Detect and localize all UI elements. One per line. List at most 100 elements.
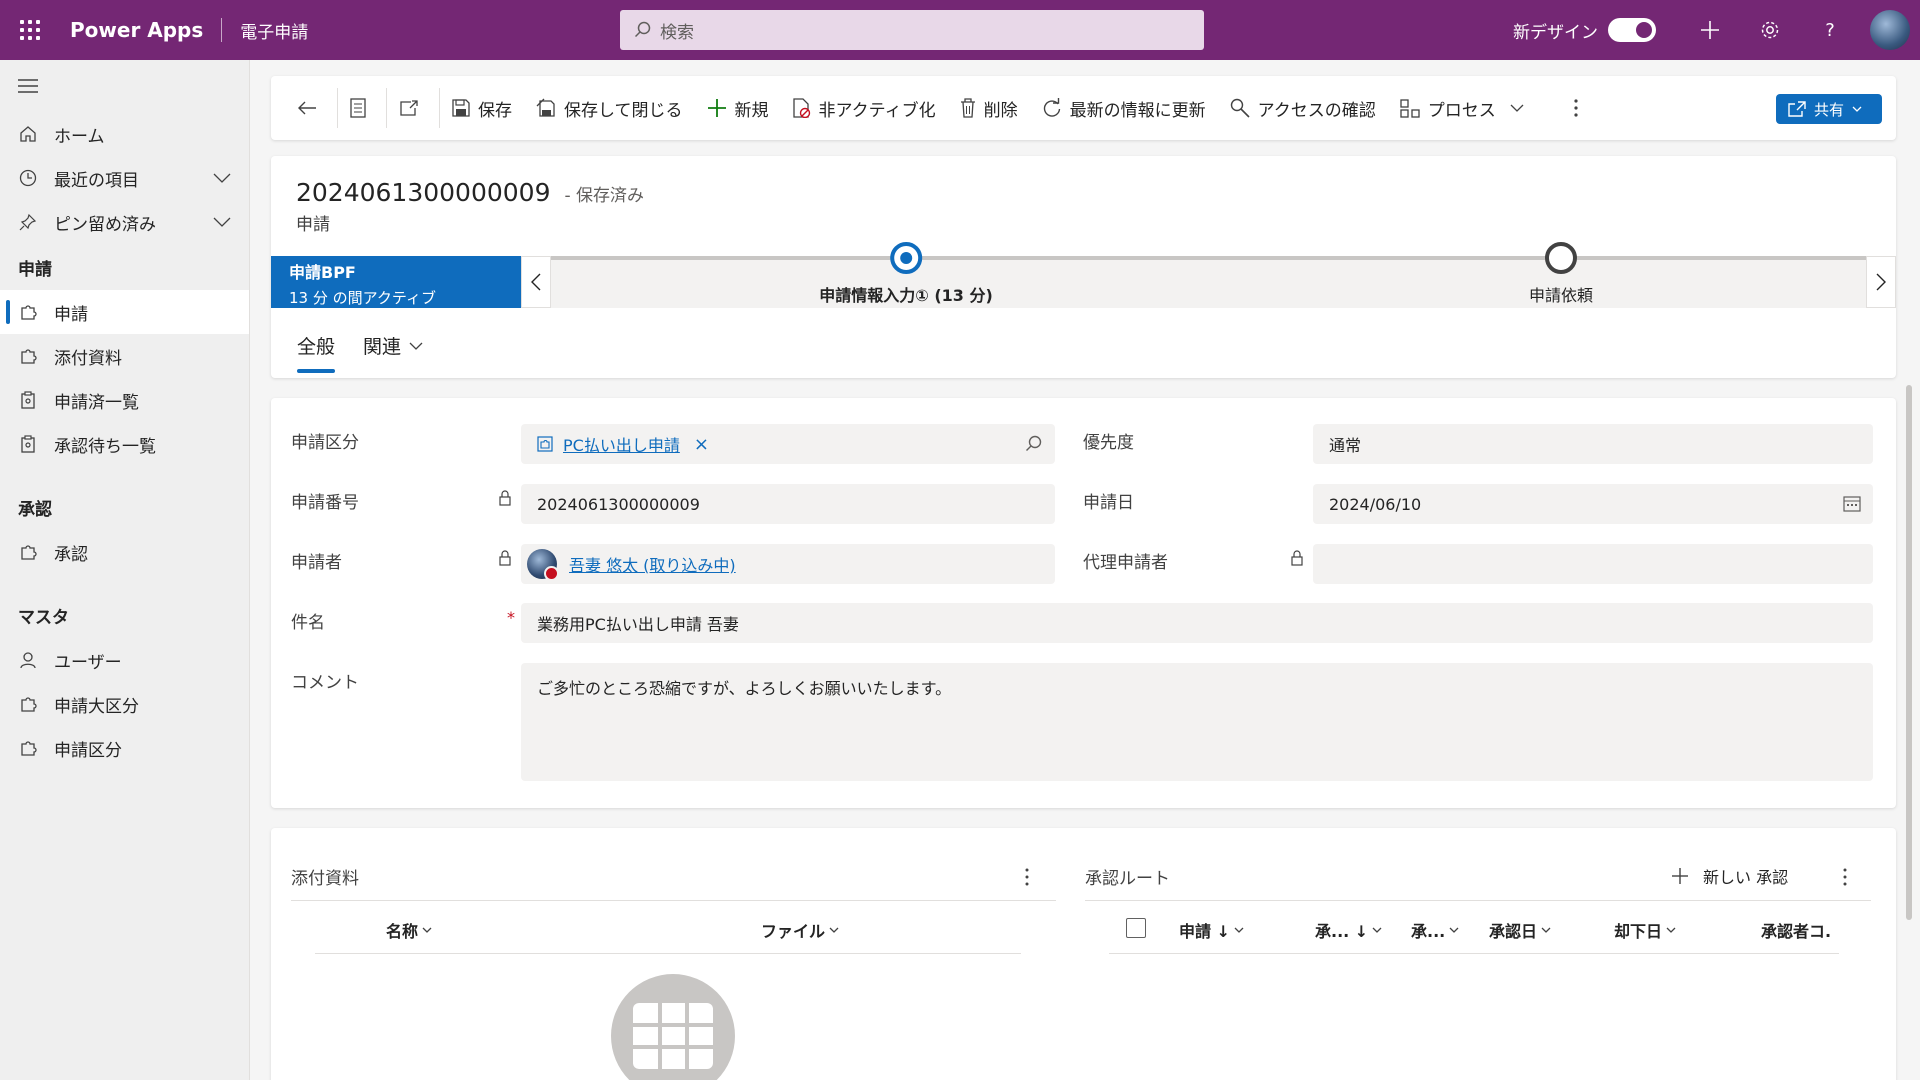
delete-button[interactable]: 削除 (948, 88, 1030, 128)
bpf-previous-button[interactable] (521, 256, 551, 308)
user-avatar[interactable] (1870, 10, 1910, 50)
chevron-down-icon (1852, 106, 1862, 112)
chevron-down-icon[interactable] (213, 168, 231, 188)
nav-recent[interactable]: 最近の項目 (0, 156, 249, 200)
new-button[interactable]: 新規 (695, 88, 781, 128)
bpf-stage-request[interactable]: 申請依頼 (1529, 242, 1593, 306)
trash-icon (960, 98, 975, 118)
new-design-label: 新デザイン (1513, 22, 1598, 43)
column-header-approver[interactable]: 承認者コ. (1761, 918, 1831, 942)
deactivate-button[interactable]: 非アクティブ化 (781, 88, 948, 128)
category-lookup-tag[interactable]: PC払い出し申請 × (537, 432, 709, 456)
record-title-text: 2024061300000009 (296, 178, 551, 207)
column-header-file[interactable]: ファイル (761, 918, 839, 942)
puzzle-icon (18, 694, 38, 714)
nav-item-application[interactable]: 申請 (0, 290, 249, 334)
nav-pinned[interactable]: ピン留め済み (0, 200, 249, 244)
nav-item-major-category[interactable]: 申請大区分 (0, 682, 249, 726)
column-header-approval-1[interactable]: 承... ↓ (1315, 918, 1382, 942)
back-button[interactable] (285, 88, 337, 128)
help-icon[interactable]: ? (1800, 0, 1860, 60)
nav-item-category[interactable]: 申請区分 (0, 726, 249, 770)
proxy-field (1313, 544, 1873, 584)
save-icon (452, 99, 470, 117)
save-and-close-button[interactable]: 保存して閉じる (524, 88, 695, 128)
subgrid-header-divider (1109, 953, 1839, 954)
hamburger-menu-icon[interactable] (0, 60, 249, 112)
applicant-value[interactable]: 吾妻 悠太 (取り込み中) (569, 552, 736, 576)
priority-select[interactable]: 通常 (1313, 424, 1873, 464)
puzzle-icon (18, 302, 38, 322)
date-label: 申請日 (1083, 493, 1134, 513)
column-header-request[interactable]: 申請 ↓ (1179, 918, 1244, 942)
nav-item-approval[interactable]: 承認 (0, 530, 249, 574)
column-header-label: 名称 (386, 922, 419, 941)
save-button[interactable]: 保存 (440, 88, 524, 128)
stage-label: 申請依頼 (1528, 286, 1594, 305)
nav-item-pending-list[interactable]: 承認待ち一覧 (0, 422, 249, 466)
select-all-checkbox[interactable] (1126, 918, 1146, 938)
calendar-icon[interactable] (1843, 495, 1861, 513)
more-options-icon[interactable] (1025, 868, 1029, 886)
search-icon (634, 21, 651, 38)
share-button[interactable]: 共有 (1775, 94, 1882, 124)
clipboard-icon (18, 390, 38, 410)
settings-gear-icon[interactable] (1740, 0, 1800, 60)
open-new-window-button[interactable] (387, 88, 439, 128)
app-name[interactable]: Power Apps (70, 18, 203, 42)
column-header-label: 却下日 (1614, 922, 1663, 941)
general-section: 申請区分 PC払い出し申請 × 優先度 通常 申請番号 202406130000… (271, 398, 1896, 808)
tab-related[interactable]: 関連 (363, 332, 423, 367)
app-launcher-icon[interactable] (0, 0, 60, 60)
column-header-approve-date[interactable]: 承認日 (1489, 918, 1551, 942)
column-header-reject-date[interactable]: 却下日 (1614, 918, 1676, 942)
add-icon[interactable] (1680, 0, 1740, 60)
search-icon[interactable] (1025, 435, 1043, 453)
date-field[interactable]: 2024/06/10 (1313, 484, 1873, 524)
environment-name[interactable]: 電子申請 (240, 18, 308, 43)
bpf-stage-input[interactable]: 申請情報入力① (13 分) (819, 242, 993, 306)
date-value: 2024/06/10 (1329, 494, 1422, 514)
form-tabs: 全般 関連 (297, 332, 451, 373)
column-header-name[interactable]: 名称 (386, 918, 432, 942)
comment-textarea[interactable]: ご多忙のところ恐縮ですが、よろしくお願いいたします。 (521, 663, 1873, 781)
nav-item-users[interactable]: ユーザー (0, 638, 249, 682)
save-close-icon (536, 98, 555, 117)
search-input[interactable]: 検索 (620, 10, 1204, 50)
refresh-label: 最新の情報に更新 (1069, 100, 1206, 121)
subject-input[interactable]: 業務用PC払い出し申請 吾妻 (521, 603, 1873, 643)
bpf-next-button[interactable] (1866, 256, 1896, 308)
proxy-label: 代理申請者 (1083, 553, 1168, 573)
nav-home[interactable]: ホーム (0, 112, 249, 156)
process-button[interactable]: プロセス (1388, 88, 1544, 128)
category-lookup-field[interactable]: PC払い出し申請 × (521, 424, 1055, 464)
nav-item-submitted-list[interactable]: 申請済一覧 (0, 378, 249, 422)
number-value: 2024061300000009 (537, 494, 700, 514)
refresh-button[interactable]: 最新の情報に更新 (1030, 88, 1218, 128)
chevron-down-icon[interactable] (213, 212, 231, 232)
business-process-flow: 申請BPF 13 分 の間アクティブ 申請情報入力① (13 分) 申請依頼 (271, 242, 1896, 308)
page-scrollbar[interactable] (1906, 385, 1912, 920)
stage-label: 申請情報入力① (13 分) (819, 286, 993, 305)
subgrid-header-divider (315, 953, 1021, 954)
chevron-right-icon (1876, 273, 1886, 291)
column-header-label: 承... ↓ (1315, 922, 1369, 941)
attachments-subgrid-title: 添付資料 (291, 869, 359, 889)
new-design-toggle[interactable] (1608, 18, 1656, 42)
category-value[interactable]: PC払い出し申請 (563, 432, 680, 456)
subgrid-divider (1085, 900, 1871, 901)
puzzle-icon (18, 738, 38, 758)
tab-general[interactable]: 全般 (297, 332, 336, 373)
nav-item-attachments[interactable]: 添付資料 (0, 334, 249, 378)
remove-tag-icon[interactable]: × (694, 434, 709, 455)
form-view-button[interactable] (338, 88, 386, 128)
new-approval-button[interactable]: 新しい 承認 (1671, 864, 1788, 888)
check-access-button[interactable]: アクセスの確認 (1218, 88, 1388, 128)
bpf-process-flyout[interactable]: 申請BPF 13 分 の間アクティブ (271, 256, 521, 308)
chevron-down-icon (829, 927, 839, 933)
more-options-icon[interactable] (1843, 868, 1847, 886)
empty-grid-icon (611, 974, 735, 1080)
more-commands-icon[interactable] (1562, 88, 1598, 128)
column-header-approval-2[interactable]: 承... (1411, 918, 1459, 942)
chevron-left-icon (531, 273, 541, 291)
